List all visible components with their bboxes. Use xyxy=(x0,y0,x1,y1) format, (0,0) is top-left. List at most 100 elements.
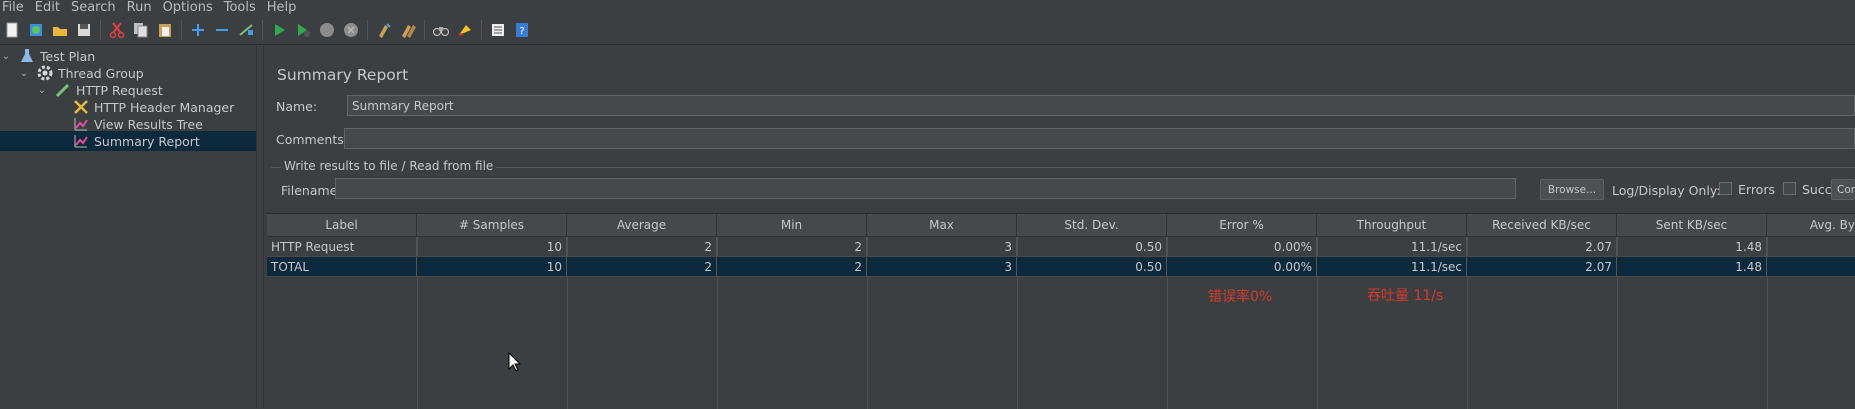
table-header: Label # Samples Average Min Max Std. Dev… xyxy=(267,214,1855,237)
panel-title: Summary Report xyxy=(277,66,409,84)
table-cell: 0.50 xyxy=(1017,257,1167,277)
start-no-pause-icon[interactable] xyxy=(292,19,314,41)
error-rate-annotation: 错误率0% xyxy=(1208,289,1273,305)
filename-label: Filename xyxy=(281,183,338,198)
menu-tools[interactable]: Tools xyxy=(222,0,261,15)
chart-icon xyxy=(72,132,90,150)
results-table: Label # Samples Average Min Max Std. Dev… xyxy=(267,213,1855,409)
save-icon[interactable] xyxy=(73,19,95,41)
menu-edit[interactable]: Edit xyxy=(33,0,65,15)
clear-all-icon[interactable] xyxy=(397,19,419,41)
function-helper-icon[interactable] xyxy=(487,19,509,41)
column-header[interactable]: Received KB/sec xyxy=(1467,214,1617,237)
tree-item-label: HTTP Header Manager xyxy=(94,99,235,115)
column-header[interactable]: Average xyxy=(567,214,717,237)
paste-icon[interactable] xyxy=(154,19,176,41)
tree-item-label: Summary Report xyxy=(94,133,200,149)
copy-icon[interactable] xyxy=(130,19,152,41)
toolbar-separator xyxy=(481,20,482,40)
column-header[interactable]: Sent KB/sec xyxy=(1617,214,1767,237)
start-icon[interactable] xyxy=(268,19,290,41)
column-header[interactable]: Error % xyxy=(1167,214,1317,237)
tree-item-label: Test Plan xyxy=(40,48,96,64)
templates-icon[interactable] xyxy=(25,19,47,41)
menu-bar: File Edit Search Run Options Tools Help xyxy=(0,0,1855,15)
table-cell: 2 xyxy=(567,237,717,257)
collapse-icon[interactable] xyxy=(211,19,233,41)
table-cell: 1.48 xyxy=(1617,237,1767,257)
configure-button[interactable]: Con xyxy=(1831,179,1855,200)
table-cell: 10 xyxy=(417,237,567,257)
table-row[interactable]: HTTP Request 10 2 2 3 0.50 0.00% 11.1/se… xyxy=(267,237,1855,257)
expand-icon[interactable] xyxy=(187,19,209,41)
table-row[interactable]: TOTAL 10 2 2 3 0.50 0.00% 11.1/sec 2.07 … xyxy=(267,257,1855,277)
pipette-icon xyxy=(54,81,72,99)
menu-run[interactable]: Run xyxy=(125,0,157,15)
table-cell: 3 xyxy=(867,257,1017,277)
menu-options[interactable]: Options xyxy=(161,0,218,15)
column-header[interactable]: Throughput xyxy=(1317,214,1467,237)
table-cell: 2.07 xyxy=(1467,257,1617,277)
name-label: Name: xyxy=(276,99,318,114)
splitter[interactable] xyxy=(256,46,264,408)
table-cell: 0.00% xyxy=(1167,237,1317,257)
table-cell: HTTP Request xyxy=(267,237,417,257)
name-field[interactable]: Summary Report xyxy=(347,95,1855,116)
file-group-title: Write results to file / Read from file xyxy=(281,159,497,173)
chevron-down-icon[interactable]: ⌄ xyxy=(18,68,30,79)
column-header[interactable]: Max xyxy=(867,214,1017,237)
new-icon[interactable] xyxy=(1,19,23,41)
browse-button[interactable]: Browse... xyxy=(1540,179,1604,200)
tree-item-label: HTTP Request xyxy=(76,82,163,98)
toolbar-separator xyxy=(262,20,263,40)
table-cell: 2.07 xyxy=(1467,237,1617,257)
help-icon[interactable]: ? xyxy=(511,19,533,41)
chevron-down-icon[interactable]: ⌄ xyxy=(0,51,12,62)
table-cell: 11.1/sec xyxy=(1317,237,1467,257)
table-cell: 0.00% xyxy=(1167,257,1317,277)
tree-item-label: View Results Tree xyxy=(94,116,203,132)
toolbar-separator xyxy=(424,20,425,40)
errors-label: Errors xyxy=(1738,182,1775,197)
table-cell: 2 xyxy=(717,257,867,277)
filename-field[interactable] xyxy=(335,178,1516,199)
toolbar-separator xyxy=(100,20,101,40)
clear-icon[interactable] xyxy=(373,19,395,41)
test-plan-tree: ⌄ Test Plan ⌄ Thread Group ⌄ HTTP Reques… xyxy=(0,46,256,408)
table-cell xyxy=(1767,237,1855,257)
chevron-down-icon[interactable]: ⌄ xyxy=(36,85,48,96)
tree-item-label: Thread Group xyxy=(58,65,144,81)
menu-help[interactable]: Help xyxy=(265,0,302,15)
tree-item-summary-report[interactable]: Summary Report xyxy=(0,131,256,151)
shutdown-icon[interactable] xyxy=(340,19,362,41)
column-header[interactable]: # Samples xyxy=(417,214,567,237)
toggle-icon[interactable] xyxy=(235,19,257,41)
errors-checkbox[interactable] xyxy=(1719,182,1732,195)
table-cell: 3 xyxy=(867,237,1017,257)
reset-search-icon[interactable] xyxy=(454,19,476,41)
menu-file[interactable]: File xyxy=(0,0,29,15)
toolbar-separator xyxy=(181,20,182,40)
toolbar-separator xyxy=(367,20,368,40)
table-cell: 2 xyxy=(567,257,717,277)
file-group-border xyxy=(271,167,1855,169)
column-header[interactable]: Label xyxy=(267,214,417,237)
table-cell xyxy=(1767,257,1855,277)
column-header[interactable]: Avg. By xyxy=(1767,214,1855,237)
comments-field[interactable] xyxy=(344,128,1855,149)
search-icon[interactable] xyxy=(430,19,452,41)
svg-text:?: ? xyxy=(519,26,524,37)
column-header[interactable]: Std. Dev. xyxy=(1017,214,1167,237)
menu-search[interactable]: Search xyxy=(69,0,121,15)
column-header[interactable]: Min xyxy=(717,214,867,237)
table-cell: TOTAL xyxy=(267,257,417,277)
stop-icon[interactable] xyxy=(316,19,338,41)
throughput-annotation: 吞吐量 11/s xyxy=(1367,288,1444,304)
open-icon[interactable] xyxy=(49,19,71,41)
table-cell: 1.48 xyxy=(1617,257,1767,277)
table-cell: 2 xyxy=(717,237,867,257)
table-cell: 10 xyxy=(417,257,567,277)
cut-icon[interactable] xyxy=(106,19,128,41)
mouse-cursor-icon xyxy=(508,352,522,372)
successes-checkbox[interactable] xyxy=(1783,182,1796,195)
